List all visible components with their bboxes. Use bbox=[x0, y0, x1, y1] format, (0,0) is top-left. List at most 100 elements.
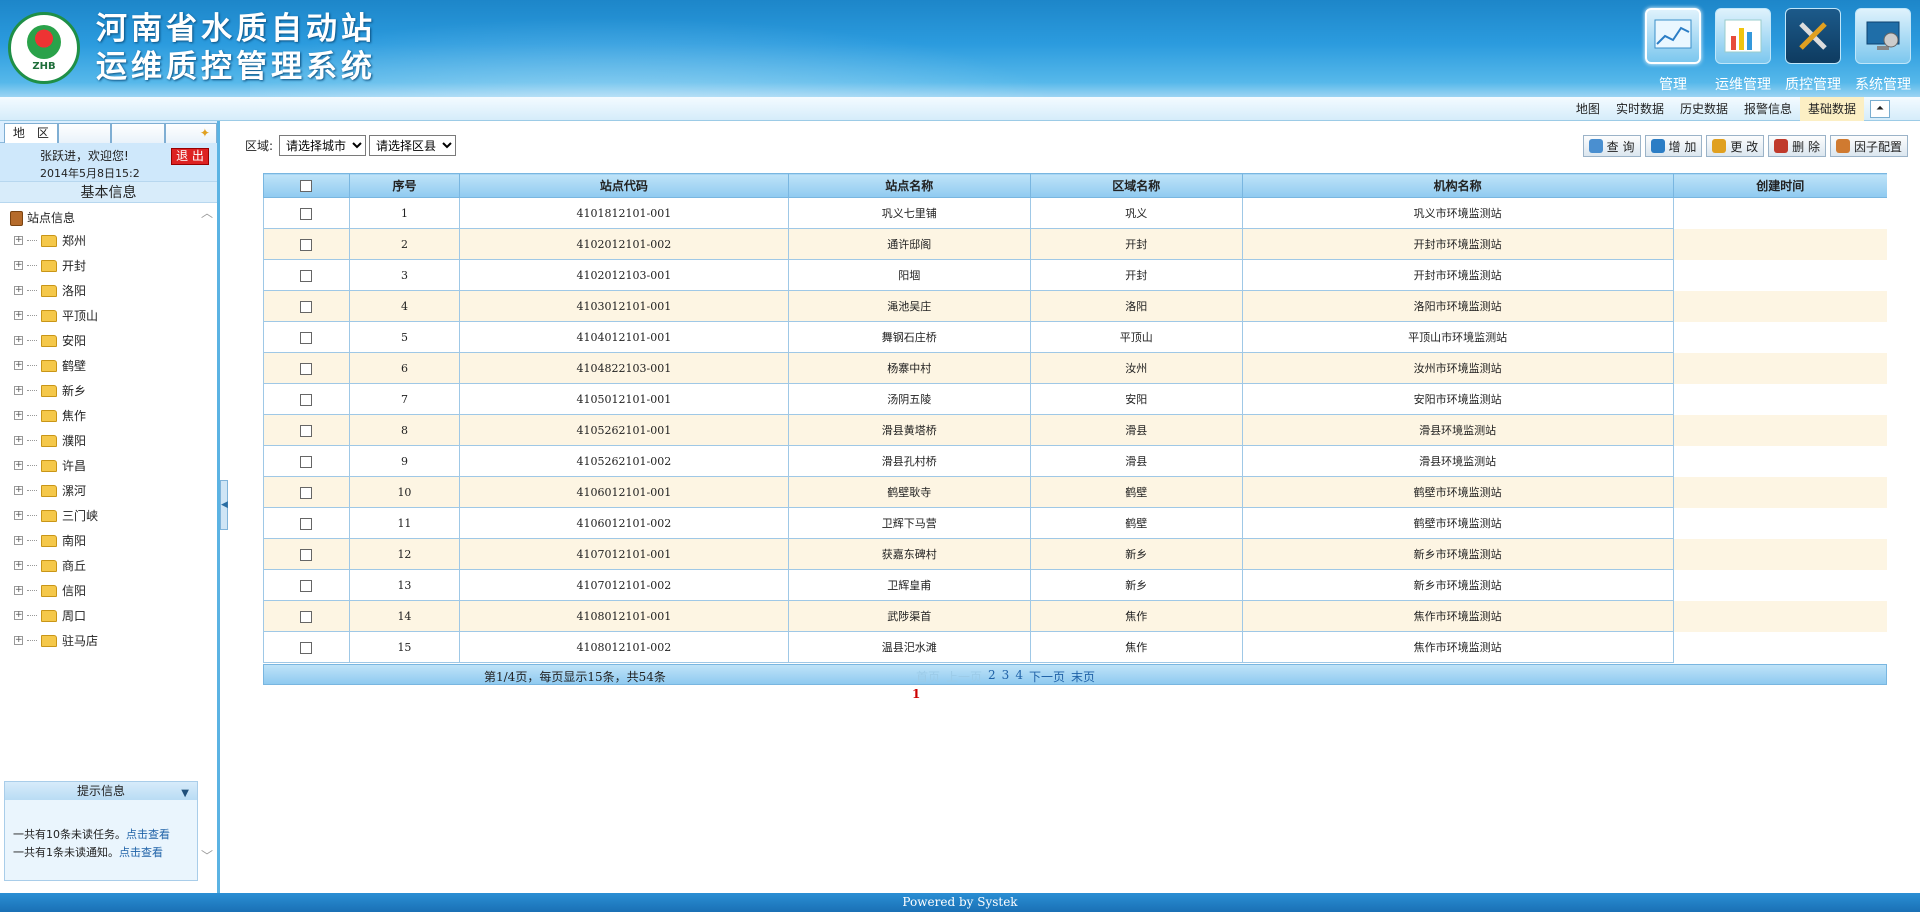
expand-icon[interactable]: + bbox=[14, 311, 23, 320]
search-button[interactable]: 查 询 bbox=[1582, 135, 1641, 157]
table-row[interactable]: 8 4105262101-001 滑县黄塔桥 滑县 滑县环境监测站 bbox=[263, 414, 1887, 446]
tree-node[interactable]: + 濮阳 bbox=[10, 428, 200, 453]
tree-node[interactable]: + 驻马店 bbox=[10, 628, 200, 653]
expand-icon[interactable]: + bbox=[14, 436, 23, 445]
config-button[interactable]: 因子配置 bbox=[1829, 135, 1908, 157]
expand-icon[interactable]: + bbox=[14, 236, 23, 245]
first-page-link[interactable]: 首页 bbox=[916, 668, 940, 685]
tree-node[interactable]: + 平顶山 bbox=[10, 303, 200, 328]
expand-icon[interactable]: + bbox=[14, 511, 23, 520]
add-button[interactable]: 增 加 bbox=[1644, 135, 1703, 157]
row-select-cell[interactable] bbox=[263, 414, 350, 446]
page-3-link[interactable]: 3 bbox=[1002, 668, 1010, 685]
city-select[interactable]: 请选择城市 bbox=[279, 135, 367, 156]
pin-icon[interactable]: ✦ bbox=[165, 123, 217, 143]
row-select-cell[interactable] bbox=[263, 228, 350, 260]
next-page-link[interactable]: 下一页 bbox=[1029, 668, 1065, 685]
row-checkbox[interactable] bbox=[300, 207, 313, 220]
collapse-arrow-icon[interactable]: ▼ bbox=[181, 785, 189, 803]
row-checkbox[interactable] bbox=[300, 517, 313, 530]
table-row[interactable]: 12 4107012101-001 获嘉东碑村 新乡 新乡市环境监测站 bbox=[263, 538, 1887, 570]
expand-icon[interactable]: + bbox=[14, 586, 23, 595]
collapse-header-button[interactable]: ⏶ bbox=[1870, 100, 1890, 118]
expand-icon[interactable]: + bbox=[14, 336, 23, 345]
expand-icon[interactable]: + bbox=[14, 286, 23, 295]
tip-panel-header[interactable]: 提示信息 ▼ bbox=[5, 782, 197, 800]
nav-operations[interactable]: 运维管理 bbox=[1710, 8, 1776, 94]
row-select-cell[interactable] bbox=[263, 383, 350, 415]
subnav-basic-data[interactable]: 基础数据 bbox=[1799, 97, 1864, 121]
table-row[interactable]: 7 4105012101-001 汤阴五陵 安阳 安阳市环境监测站 bbox=[263, 383, 1887, 415]
expand-icon[interactable]: + bbox=[14, 486, 23, 495]
row-select-cell[interactable] bbox=[263, 569, 350, 601]
row-select-cell[interactable] bbox=[263, 290, 350, 322]
scroll-up-icon[interactable]: ︿ bbox=[200, 204, 214, 221]
table-row[interactable]: 10 4106012101-001 鹤壁耿寺 鹤壁 鹤壁市环境监测站 bbox=[263, 476, 1887, 508]
table-row[interactable]: 5 4104012101-001 舞钢石庄桥 平顶山 平顶山市环境监测站 bbox=[263, 321, 1887, 353]
edit-button[interactable]: 更 改 bbox=[1706, 135, 1765, 157]
tree-node[interactable]: + 商丘 bbox=[10, 553, 200, 578]
subnav-alarm-info[interactable]: 报警信息 bbox=[1736, 97, 1800, 121]
row-select-cell[interactable] bbox=[263, 476, 350, 508]
table-row[interactable]: 4 4103012101-001 渑池吴庄 洛阳 洛阳市环境监测站 bbox=[263, 290, 1887, 322]
table-row[interactable]: 6 4104822103-001 杨寨中村 汝州 汝州市环境监测站 bbox=[263, 352, 1887, 384]
row-select-cell[interactable] bbox=[263, 197, 350, 229]
table-row[interactable]: 2 4102012101-002 通许邸阁 开封 开封市环境监测站 bbox=[263, 228, 1887, 260]
row-checkbox[interactable] bbox=[300, 641, 313, 654]
tree-node[interactable]: + 洛阳 bbox=[10, 278, 200, 303]
row-checkbox[interactable] bbox=[300, 424, 313, 437]
tree-node[interactable]: + 信阳 bbox=[10, 578, 200, 603]
sidebar-toggle[interactable]: ◀ bbox=[220, 480, 228, 530]
table-row[interactable]: 11 4106012101-002 卫辉下马营 鹤壁 鹤壁市环境监测站 bbox=[263, 507, 1887, 539]
row-select-cell[interactable] bbox=[263, 507, 350, 539]
row-checkbox[interactable] bbox=[300, 548, 313, 561]
row-checkbox[interactable] bbox=[300, 610, 313, 623]
expand-icon[interactable]: + bbox=[14, 386, 23, 395]
tab-region[interactable]: 地 区 bbox=[4, 123, 58, 143]
tree-root[interactable]: 站点信息 bbox=[10, 208, 200, 228]
subnav-realtime-data[interactable]: 实时数据 bbox=[1608, 97, 1672, 121]
row-checkbox[interactable] bbox=[300, 393, 313, 406]
nav-quality-control[interactable]: 质控管理 bbox=[1780, 8, 1846, 94]
expand-icon[interactable]: + bbox=[14, 261, 23, 270]
tree-node[interactable]: + 鹤壁 bbox=[10, 353, 200, 378]
tree-node[interactable]: + 开封 bbox=[10, 253, 200, 278]
row-checkbox[interactable] bbox=[300, 331, 313, 344]
row-select-cell[interactable] bbox=[263, 631, 350, 663]
expand-icon[interactable]: + bbox=[14, 361, 23, 370]
select-all-checkbox[interactable] bbox=[300, 180, 313, 192]
delete-button[interactable]: 删 除 bbox=[1768, 135, 1826, 157]
row-checkbox[interactable] bbox=[300, 269, 313, 282]
expand-icon[interactable]: + bbox=[14, 561, 23, 570]
tree-node[interactable]: + 周口 bbox=[10, 603, 200, 628]
row-select-cell[interactable] bbox=[263, 321, 350, 353]
row-select-cell[interactable] bbox=[263, 600, 350, 632]
tree-node[interactable]: + 南阳 bbox=[10, 528, 200, 553]
table-row[interactable]: 13 4107012101-002 卫辉皇甫 新乡 新乡市环境监测站 bbox=[263, 569, 1887, 601]
logout-button[interactable]: 退 出 bbox=[171, 148, 209, 165]
table-row[interactable]: 14 4108012101-001 武陟渠首 焦作 焦作市环境监测站 bbox=[263, 600, 1887, 632]
page-4-link[interactable]: 4 bbox=[1015, 668, 1023, 685]
tree-node[interactable]: + 安阳 bbox=[10, 328, 200, 353]
row-checkbox[interactable] bbox=[300, 362, 313, 375]
expand-icon[interactable]: + bbox=[14, 611, 23, 620]
table-row[interactable]: 1 4101812101-001 巩义七里铺 巩义 巩义市环境监测站 bbox=[263, 197, 1887, 229]
expand-icon[interactable]: + bbox=[14, 411, 23, 420]
row-select-cell[interactable] bbox=[263, 445, 350, 477]
tip-task-link[interactable]: 点击查看 bbox=[126, 828, 170, 841]
expand-icon[interactable]: + bbox=[14, 536, 23, 545]
sidebar-scrollbar[interactable]: ︿ ﹀ bbox=[200, 204, 214, 864]
tree-node[interactable]: + 漯河 bbox=[10, 478, 200, 503]
tip-notice-link[interactable]: 点击查看 bbox=[119, 846, 163, 859]
expand-icon[interactable]: + bbox=[14, 636, 23, 645]
row-checkbox[interactable] bbox=[300, 486, 313, 499]
tree-node[interactable]: + 郑州 bbox=[10, 228, 200, 253]
scroll-down-icon[interactable]: ﹀ bbox=[200, 847, 214, 864]
subnav-map[interactable]: 地图 bbox=[1568, 97, 1608, 121]
row-select-cell[interactable] bbox=[263, 538, 350, 570]
subnav-history-data[interactable]: 历史数据 bbox=[1672, 97, 1736, 121]
nav-system[interactable]: 系统管理 bbox=[1850, 8, 1916, 94]
page-2-link[interactable]: 2 bbox=[988, 668, 996, 685]
tree-node[interactable]: + 焦作 bbox=[10, 403, 200, 428]
table-row[interactable]: 15 4108012101-002 温县汜水滩 焦作 焦作市环境监测站 bbox=[263, 631, 1887, 663]
